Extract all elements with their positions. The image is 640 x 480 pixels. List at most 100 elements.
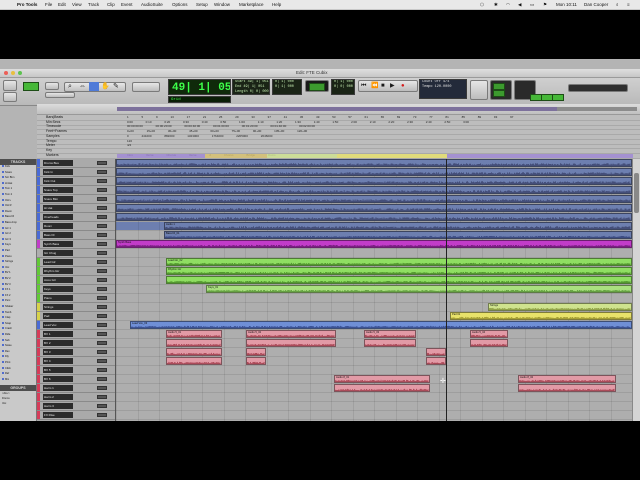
track-visible-icon[interactable] — [2, 226, 4, 229]
sub-counter[interactable]: Grid — [168, 96, 231, 103]
track-name[interactable]: Lead Gtr — [43, 259, 73, 265]
track-visible-icon[interactable] — [2, 271, 4, 274]
sidebar-track-item[interactable]: Tamb — [2, 310, 34, 314]
return-to-zero-icon[interactable]: ⏮ — [361, 82, 366, 90]
sidebar-track-item[interactable]: Hi Hat — [2, 181, 34, 185]
track-visible-icon[interactable] — [2, 293, 4, 296]
track-visible-icon[interactable] — [2, 310, 4, 313]
menu-item-help[interactable]: Help — [272, 0, 281, 9]
track-name[interactable]: Hi Hat — [43, 205, 73, 211]
main-counter[interactable]: 49| 1| 051 — [168, 79, 231, 95]
audio-clip[interactable] — [116, 204, 632, 212]
track-header[interactable]: BV 5 — [37, 366, 115, 381]
track-view-selector[interactable] — [97, 323, 107, 327]
track-visible-icon[interactable] — [2, 170, 4, 173]
track-view-selector[interactable] — [97, 413, 107, 417]
scrollbar-thumb[interactable] — [634, 173, 639, 213]
audio-clip[interactable]: Strings — [488, 303, 632, 311]
track-header[interactable]: Rhythm Gtr — [37, 267, 115, 282]
track-header[interactable]: Overheads — [37, 213, 115, 228]
track-header[interactable]: BV 1 — [37, 330, 115, 345]
sidebar-track-item[interactable]: OH L — [2, 198, 34, 202]
playhead-cursor[interactable] — [446, 159, 447, 421]
track-name[interactable]: Rhythm Gtr — [43, 268, 73, 274]
track-header[interactable]: Keys — [37, 285, 115, 300]
end-value[interactable]: 49| 1| 051 — [243, 85, 264, 89]
play-icon[interactable]: ▶ — [390, 82, 395, 90]
track-header[interactable]: Snare Btm — [37, 195, 115, 210]
sidebar-track-item[interactable]: Mix — [2, 377, 34, 381]
menu-item-view[interactable]: View — [72, 0, 82, 9]
track-name[interactable]: Snare Top — [43, 187, 73, 193]
sidebar-track-item[interactable]: Crash — [2, 327, 34, 330]
menu-item-marketplace[interactable]: Marketplace — [239, 0, 264, 9]
dropbox-icon[interactable]: ⬡ — [480, 0, 484, 9]
audio-clip[interactable]: Audio 1 — [164, 222, 632, 230]
track-visible-icon[interactable] — [2, 333, 4, 335]
group-item[interactable]: Vox — [2, 402, 34, 405]
track-header[interactable]: Bass DI — [37, 231, 115, 246]
audio-clip[interactable]: Pad 01 — [450, 312, 632, 320]
audio-clip[interactable]: Audio 5_01 — [166, 330, 222, 338]
track-view-selector[interactable] — [97, 314, 107, 318]
audio-clip[interactable]: Synth Bass — [116, 240, 632, 248]
sidebar-track-item[interactable]: Gtr 2 — [2, 232, 34, 235]
sidebar-track-item[interactable]: FX 2 — [2, 293, 34, 297]
track-name[interactable]: Piano — [43, 295, 73, 301]
track-name[interactable]: BV 4 — [43, 358, 73, 364]
track-name[interactable]: Room — [43, 223, 73, 229]
track-view-selector[interactable] — [97, 305, 107, 309]
track-view-selector[interactable] — [97, 269, 107, 273]
track-visible-icon[interactable] — [2, 221, 4, 223]
sidebar-track-item[interactable]: FX 1 — [2, 288, 34, 291]
track-visible-icon[interactable] — [2, 165, 4, 167]
sidebar-track-item[interactable]: Keys — [2, 243, 34, 246]
menu-item-options[interactable]: Options — [172, 0, 188, 9]
track-view-selector[interactable] — [97, 197, 107, 201]
track-visible-icon[interactable] — [2, 277, 4, 279]
track-visible-icon[interactable] — [2, 305, 4, 307]
track-header[interactable]: Harm 2 — [37, 393, 115, 408]
track-header[interactable]: Pad — [37, 312, 115, 327]
menubar-user[interactable]: Dan Cooper — [584, 0, 608, 9]
track-name[interactable]: BV 2 — [43, 340, 73, 346]
sidebar-track-item[interactable]: Click — [2, 366, 34, 370]
track-header[interactable]: Drums Bus — [37, 159, 115, 174]
sidebar-track-item[interactable]: Dly — [2, 355, 34, 358]
sidebar-track-item[interactable]: Gtr 3 — [2, 237, 34, 241]
edit-timeline[interactable]: Audio 1 Bass DI_01 Synth Bass Lead Gtr_02 Rh… — [116, 159, 632, 421]
track-visible-icon[interactable] — [2, 260, 4, 263]
track-visible-icon[interactable] — [2, 377, 4, 380]
pencil-tool-icon[interactable]: ✎ — [113, 83, 119, 91]
track-header[interactable]: Room — [37, 222, 115, 237]
track-name[interactable]: Snare Btm — [43, 196, 73, 202]
track-visible-icon[interactable] — [2, 299, 4, 302]
track-header[interactable]: Hi Hat — [37, 204, 115, 219]
audio-clip[interactable] — [426, 348, 446, 356]
volume-icon[interactable]: ◀ — [518, 0, 521, 9]
transport-buttons[interactable] — [358, 80, 418, 92]
zoom-buttons[interactable] — [45, 82, 59, 90]
track-header[interactable]: Lead Gtr — [37, 258, 115, 273]
flag-icon[interactable]: ⚑ — [543, 0, 547, 9]
track-header[interactable]: Harm 3 — [37, 402, 115, 417]
track-header[interactable]: Snare Top — [37, 186, 115, 201]
sidebar-track-item[interactable]: Room — [2, 209, 34, 213]
selector-tool-icon[interactable] — [89, 82, 99, 91]
sidebar-track-item[interactable]: Sub — [2, 338, 34, 342]
track-name[interactable]: Lead Vox — [43, 322, 73, 328]
wifi-icon[interactable]: ◠ — [506, 0, 510, 9]
audio-clip[interactable] — [166, 276, 632, 284]
vertical-scrollbar[interactable] — [632, 159, 640, 421]
marker-range[interactable] — [205, 153, 267, 158]
track-view-selector[interactable] — [97, 251, 107, 255]
audio-clip[interactable]: Audio 5_03 — [364, 330, 416, 338]
marker-range[interactable] — [267, 153, 337, 158]
track-visible-icon[interactable] — [2, 237, 4, 240]
track-view-selector[interactable] — [97, 395, 107, 399]
audio-clip[interactable] — [166, 348, 222, 356]
track-visible-icon[interactable] — [2, 181, 4, 184]
track-view-selector[interactable] — [97, 377, 107, 381]
track-visible-icon[interactable] — [2, 232, 4, 235]
audio-clip[interactable] — [518, 384, 616, 392]
